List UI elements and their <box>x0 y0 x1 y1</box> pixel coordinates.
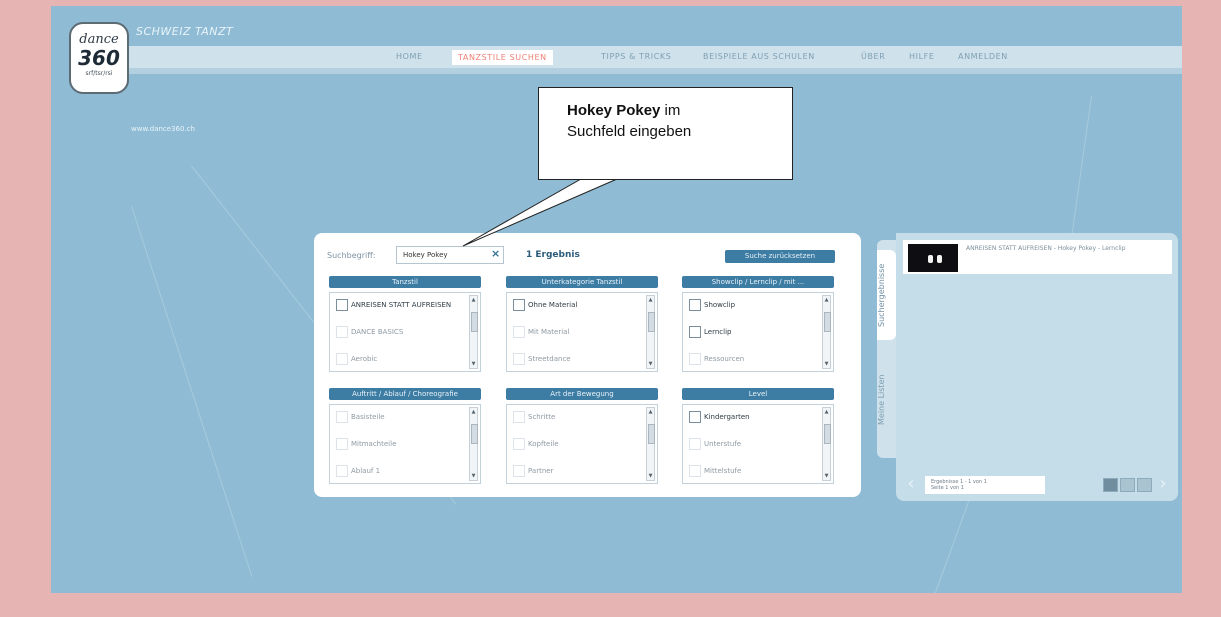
app-window: HOME TANZSTILE SUCHEN TIPPS & TRICKS BEI… <box>51 6 1182 593</box>
instruction-callout: Hokey Pokey im Suchfeld eingeben <box>538 87 793 180</box>
callout-text-1: im <box>660 102 681 119</box>
callout-text-2: Suchfeld eingeben <box>567 123 692 140</box>
callout-arrow <box>462 178 618 247</box>
callout-bold-text: Hokey Pokey <box>567 102 661 119</box>
